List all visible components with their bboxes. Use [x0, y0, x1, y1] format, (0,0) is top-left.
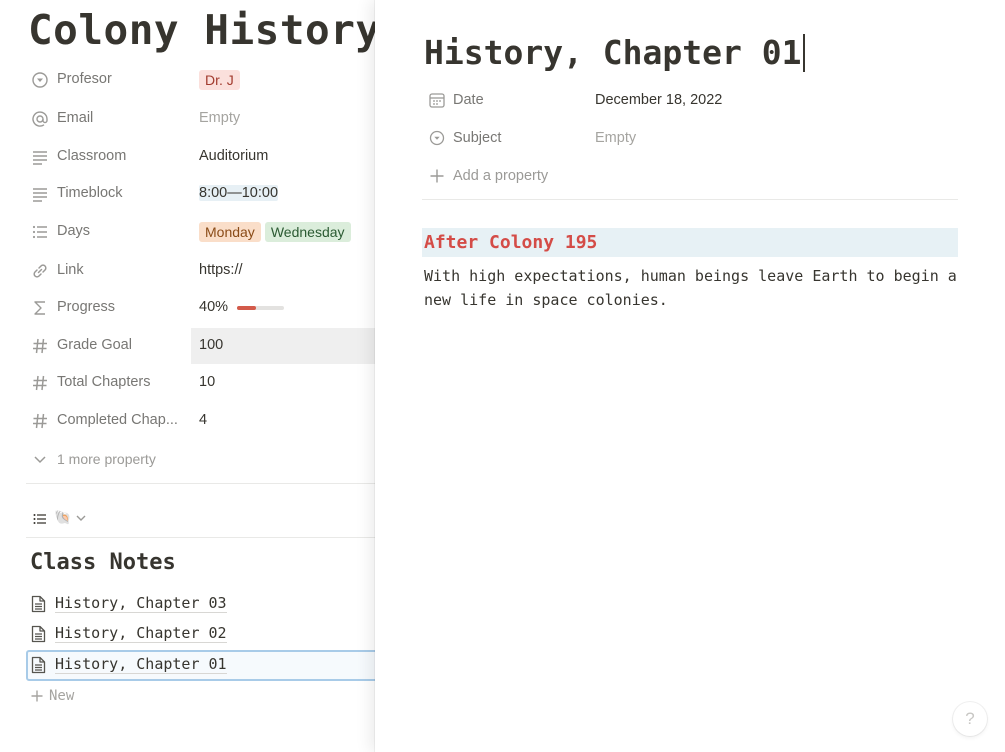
list-icon: [30, 222, 50, 242]
view-selector[interactable]: 🐚: [32, 508, 112, 530]
property-value[interactable]: December 18, 2022: [595, 92, 722, 108]
property-name: Profesor: [57, 71, 112, 87]
document-icon: [30, 656, 47, 674]
heading-text: After Colony 195: [424, 232, 598, 253]
more-properties-label: 1 more property: [57, 451, 156, 467]
database-page: Colony History Profesor Dr. J Email Empt…: [0, 0, 375, 752]
property-days[interactable]: Days Monday Wednesday: [26, 214, 375, 250]
property-classroom[interactable]: Classroom Auditorium: [26, 139, 375, 175]
property-value: 40%: [199, 299, 229, 315]
progress-fill: [237, 306, 256, 310]
property-value[interactable]: 4: [199, 412, 207, 428]
property-value[interactable]: 8:00—10:00: [199, 185, 279, 201]
list-item-title: History, Chapter 02: [55, 624, 227, 643]
select-icon: [428, 129, 446, 147]
property-subject[interactable]: Subject Empty: [426, 123, 966, 153]
list-item-selected[interactable]: History, Chapter 01: [26, 650, 375, 681]
new-item-label: New: [49, 688, 75, 704]
property-date[interactable]: Date December 18, 2022: [426, 85, 966, 115]
property-name: Total Chapters: [57, 374, 151, 390]
text-cursor: [802, 34, 805, 72]
page-peek-panel: History, Chapter 01 Date December 18, 20…: [375, 0, 1005, 752]
highlighted-heading-block[interactable]: After Colony 195: [422, 228, 958, 257]
property-name: Grade Goal: [57, 337, 132, 353]
calendar-icon: [428, 91, 446, 109]
property-grade-goal[interactable]: Grade Goal 100: [26, 328, 375, 364]
hash-icon: [30, 336, 50, 356]
list-item[interactable]: History, Chapter 02: [26, 619, 375, 649]
property-total-chapters[interactable]: Total Chapters 10: [26, 365, 375, 401]
property-name: Completed Chap...: [57, 412, 178, 428]
property-value[interactable]: Monday Wednesday: [199, 222, 351, 242]
sigma-icon: [30, 298, 50, 318]
divider: [26, 537, 375, 538]
add-property-button[interactable]: Add a property: [426, 161, 966, 191]
property-progress[interactable]: Progress 40%: [26, 290, 375, 326]
property-link[interactable]: Link https://: [26, 253, 375, 289]
at-sign-icon: [30, 109, 50, 129]
list-item[interactable]: History, Chapter 03: [26, 589, 375, 619]
property-name: Email: [57, 110, 94, 126]
class-notes-title[interactable]: Class Notes: [30, 550, 176, 575]
hash-icon: [30, 411, 50, 431]
property-value[interactable]: 100: [199, 337, 223, 353]
plus-icon: [30, 689, 44, 703]
tag-wednesday: Wednesday: [264, 222, 351, 242]
document-icon: [30, 595, 47, 613]
text-lines-icon: [30, 147, 50, 167]
property-timeblock[interactable]: Timeblock 8:00—10:00: [26, 176, 375, 212]
property-value[interactable]: Auditorium: [199, 148, 268, 164]
tag-profesor: Dr. J: [199, 70, 240, 90]
list-item-title: History, Chapter 01: [55, 655, 227, 674]
property-name: Days: [57, 223, 91, 239]
shell-emoji-icon: 🐚: [54, 509, 72, 525]
select-icon: [30, 70, 50, 90]
add-property-label: Add a property: [453, 168, 549, 184]
property-value[interactable]: https://: [199, 262, 243, 278]
property-value[interactable]: 10: [199, 374, 215, 390]
peek-page-title[interactable]: History, Chapter 01: [424, 33, 805, 72]
tag-monday: Monday: [199, 222, 261, 242]
divider: [26, 483, 375, 484]
paragraph-block[interactable]: With high expectations, human beings lea…: [424, 264, 964, 312]
property-name: Timeblock: [57, 185, 123, 201]
link-icon: [30, 261, 50, 281]
list-item-title: History, Chapter 03: [55, 594, 227, 613]
help-button[interactable]: ?: [953, 702, 987, 736]
chevron-down-icon: [74, 511, 88, 525]
property-name: Progress: [57, 299, 116, 315]
page-title[interactable]: Colony History: [28, 6, 375, 54]
property-value[interactable]: Empty: [595, 130, 636, 146]
property-name: Link: [57, 262, 84, 278]
peek-title-text: History, Chapter 01: [424, 33, 802, 72]
text-lines-icon: [30, 184, 50, 204]
property-email[interactable]: Email Empty: [26, 101, 375, 137]
property-name: Classroom: [57, 148, 127, 164]
divider: [422, 199, 958, 200]
plus-icon: [428, 167, 446, 185]
property-value[interactable]: Empty: [199, 110, 240, 126]
list-view-icon: [32, 511, 48, 527]
property-completed-chapters[interactable]: Completed Chap... 4: [26, 403, 375, 439]
document-icon: [30, 625, 47, 643]
property-profesor[interactable]: Profesor Dr. J: [26, 62, 375, 98]
progress-bar: [237, 306, 284, 310]
property-name: Subject: [453, 130, 502, 146]
hash-icon: [30, 373, 50, 393]
chevron-down-icon: [32, 451, 48, 467]
property-name: Date: [453, 92, 484, 108]
property-value[interactable]: Dr. J: [199, 70, 240, 90]
